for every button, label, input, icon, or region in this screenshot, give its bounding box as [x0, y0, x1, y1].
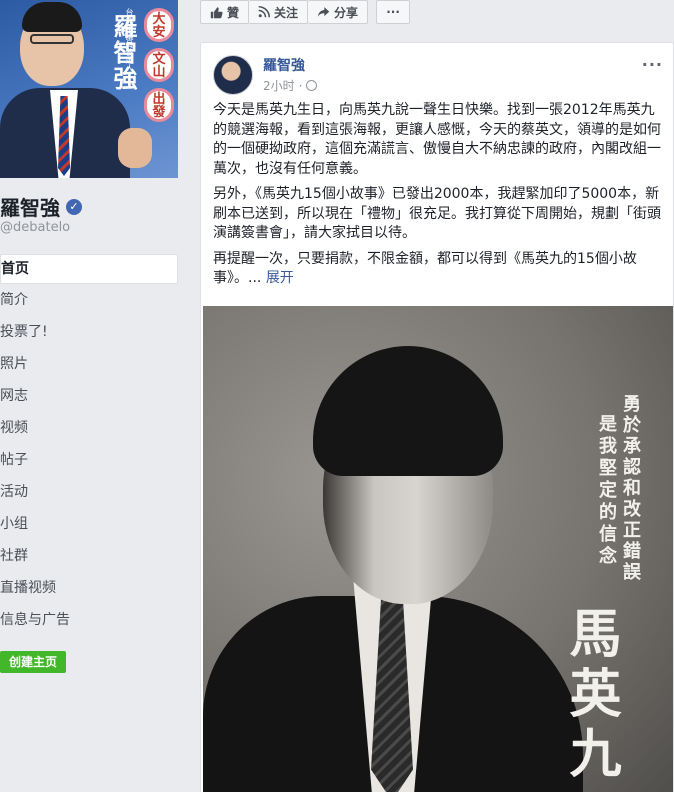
left-sidebar: 羅智強 台北市議員參選人 大安 文山 出發 羅智強 ✓ @debatelo 首页… — [0, 0, 186, 792]
post-card: 羅智強 2小时 · ··· 今天是馬英九生日，向馬英九說一聲生日快樂。找到一張2… — [200, 42, 674, 792]
nav-item-live-videos[interactable]: 直播视频 — [0, 574, 178, 606]
like-button[interactable]: 贊 — [200, 0, 250, 24]
cover-fist — [118, 128, 152, 168]
nav-item-info-and-ads[interactable]: 信息与广告 — [0, 606, 178, 638]
page-action-bar: 贊 关注 分享 ··· — [200, 0, 411, 24]
expand-link[interactable]: 展开 — [266, 270, 294, 286]
page-name[interactable]: 羅智強 ✓ — [0, 192, 82, 221]
post-paragraph: 另外，《馬英九15個小故事》已發出2000本，我趕緊加印了5000本，新刷本已送… — [213, 186, 661, 241]
share-arrow-icon — [317, 7, 330, 17]
page-handle[interactable]: @debatelo — [0, 220, 70, 235]
post-photo[interactable]: 勇於承認和改正錯誤 是我堅定的信念 馬英九 — [203, 306, 673, 792]
thumbs-up-icon — [210, 6, 223, 18]
page-name-text[interactable]: 羅智強 — [0, 192, 60, 221]
rss-icon — [258, 6, 271, 18]
post-timestamp[interactable]: 2小时 · — [263, 77, 318, 94]
cover-hair — [22, 2, 82, 32]
page-nav: 首页 简介 投票了! 照片 网志 视频 帖子 活动 小组 社群 直播视频 信息与… — [0, 254, 178, 638]
nav-item-vote[interactable]: 投票了! — [0, 318, 178, 350]
create-page-button[interactable]: 创建主页 — [0, 651, 67, 673]
nav-item-videos[interactable]: 视频 — [0, 414, 178, 446]
nav-item-about[interactable]: 简介 — [0, 286, 178, 318]
photo-quote-line-2: 是我堅定的信念 — [596, 414, 617, 568]
follow-label: 关注 — [274, 5, 299, 20]
nav-item-groups[interactable]: 小组 — [0, 510, 178, 542]
post-options-button[interactable]: ··· — [642, 55, 663, 74]
cover-badge-daan: 大安 — [144, 8, 174, 42]
cover-subtitle: 台北市議員參選人 — [125, 8, 134, 72]
photo-quote-line-1: 勇於承認和改正錯誤 — [620, 394, 641, 583]
nav-item-community[interactable]: 社群 — [0, 542, 178, 574]
ellipsis: ... — [248, 270, 266, 286]
nav-item-events[interactable]: 活动 — [0, 478, 178, 510]
post-header: 羅智強 2小时 · ··· — [213, 55, 663, 99]
share-button[interactable]: 分享 — [308, 0, 369, 24]
post-paragraph: 再提醒一次，只要捐款，不限金額，都可以得到《馬英九的15個小故事》。... 展开 — [213, 250, 665, 289]
post-author-link[interactable]: 羅智強 — [263, 55, 305, 75]
photo-signature: 馬英九 — [560, 606, 621, 786]
nav-item-posts[interactable]: 帖子 — [0, 446, 178, 478]
cover-badge-chufa: 出發 — [144, 88, 174, 122]
post-time-text[interactable]: 2小时 — [263, 77, 295, 94]
post-text: 今天是馬英九生日，向馬英九說一聲生日快樂。找到一張2012年馬英九的競選海報，看… — [213, 101, 665, 295]
follow-button[interactable]: 关注 — [249, 0, 309, 24]
cover-glasses — [30, 34, 74, 44]
share-label: 分享 — [334, 5, 359, 20]
nav-item-photos[interactable]: 照片 — [0, 350, 178, 382]
profile-cover-photo[interactable]: 羅智強 台北市議員參選人 大安 文山 出發 — [0, 0, 178, 178]
like-label: 贊 — [227, 5, 240, 20]
cover-badge-wenshan: 文山 — [144, 48, 174, 82]
more-options-button[interactable]: ··· — [376, 0, 411, 24]
nav-item-notes[interactable]: 网志 — [0, 382, 178, 414]
nav-item-home[interactable]: 首页 — [0, 254, 178, 284]
globe-icon — [306, 80, 318, 91]
verified-check-icon: ✓ — [66, 198, 82, 215]
post-paragraph: 今天是馬英九生日，向馬英九說一聲生日快樂。找到一張2012年馬英九的競選海報，看… — [213, 102, 661, 177]
avatar[interactable] — [213, 55, 253, 95]
